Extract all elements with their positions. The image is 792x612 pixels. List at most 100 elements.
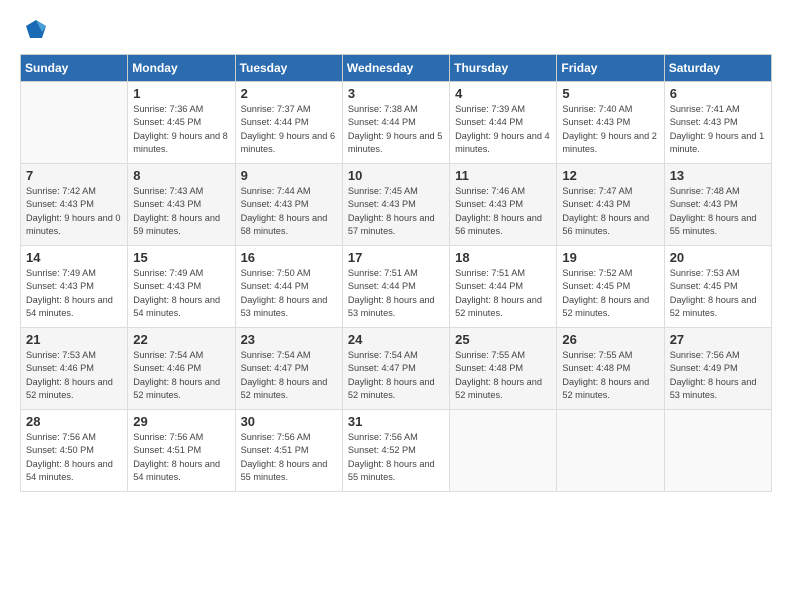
day-number: 26 xyxy=(562,332,658,347)
day-info: Sunrise: 7:55 AMSunset: 4:48 PMDaylight:… xyxy=(562,349,658,402)
weekday-header: Tuesday xyxy=(235,55,342,82)
day-number: 23 xyxy=(241,332,337,347)
weekday-header: Saturday xyxy=(664,55,771,82)
calendar-table: SundayMondayTuesdayWednesdayThursdayFrid… xyxy=(20,54,772,492)
calendar-day-cell: 26 Sunrise: 7:55 AMSunset: 4:48 PMDayligh… xyxy=(557,328,664,410)
day-info: Sunrise: 7:44 AMSunset: 4:43 PMDaylight:… xyxy=(241,185,337,238)
calendar-day-cell: 31 Sunrise: 7:56 AMSunset: 4:52 PMDayligh… xyxy=(342,410,449,492)
day-info: Sunrise: 7:43 AMSunset: 4:43 PMDaylight:… xyxy=(133,185,229,238)
calendar-day-cell: 9 Sunrise: 7:44 AMSunset: 4:43 PMDaylight… xyxy=(235,164,342,246)
calendar-day-cell: 2 Sunrise: 7:37 AMSunset: 4:44 PMDaylight… xyxy=(235,82,342,164)
calendar-day-cell: 3 Sunrise: 7:38 AMSunset: 4:44 PMDaylight… xyxy=(342,82,449,164)
day-info: Sunrise: 7:42 AMSunset: 4:43 PMDaylight:… xyxy=(26,185,122,238)
day-number: 21 xyxy=(26,332,122,347)
day-info: Sunrise: 7:56 AMSunset: 4:51 PMDaylight:… xyxy=(133,431,229,484)
day-info: Sunrise: 7:52 AMSunset: 4:45 PMDaylight:… xyxy=(562,267,658,320)
calendar-day-cell: 18 Sunrise: 7:51 AMSunset: 4:44 PMDayligh… xyxy=(450,246,557,328)
day-number: 11 xyxy=(455,168,551,183)
calendar-day-cell: 8 Sunrise: 7:43 AMSunset: 4:43 PMDaylight… xyxy=(128,164,235,246)
calendar-day-cell: 23 Sunrise: 7:54 AMSunset: 4:47 PMDayligh… xyxy=(235,328,342,410)
calendar-week-row: 14 Sunrise: 7:49 AMSunset: 4:43 PMDayligh… xyxy=(21,246,772,328)
calendar-day-cell xyxy=(450,410,557,492)
day-number: 10 xyxy=(348,168,444,183)
day-info: Sunrise: 7:51 AMSunset: 4:44 PMDaylight:… xyxy=(348,267,444,320)
day-number: 27 xyxy=(670,332,766,347)
day-number: 12 xyxy=(562,168,658,183)
calendar-day-cell: 5 Sunrise: 7:40 AMSunset: 4:43 PMDaylight… xyxy=(557,82,664,164)
day-number: 5 xyxy=(562,86,658,101)
calendar-day-cell xyxy=(557,410,664,492)
calendar-day-cell: 27Sunrise: 7:56 AMSunset: 4:49 PMDayligh… xyxy=(664,328,771,410)
day-number: 4 xyxy=(455,86,551,101)
day-info: Sunrise: 7:46 AMSunset: 4:43 PMDaylight:… xyxy=(455,185,551,238)
day-info: Sunrise: 7:38 AMSunset: 4:44 PMDaylight:… xyxy=(348,103,444,156)
calendar-day-cell: 21Sunrise: 7:53 AMSunset: 4:46 PMDayligh… xyxy=(21,328,128,410)
day-info: Sunrise: 7:54 AMSunset: 4:47 PMDaylight:… xyxy=(348,349,444,402)
calendar-day-cell: 6 Sunrise: 7:41 AMSunset: 4:43 PMDaylight… xyxy=(664,82,771,164)
day-info: Sunrise: 7:41 AMSunset: 4:43 PMDaylight:… xyxy=(670,103,766,156)
day-info: Sunrise: 7:39 AMSunset: 4:44 PMDaylight:… xyxy=(455,103,551,156)
calendar-day-cell: 1 Sunrise: 7:36 AMSunset: 4:45 PMDaylight… xyxy=(128,82,235,164)
calendar-day-cell xyxy=(664,410,771,492)
calendar-day-cell: 11 Sunrise: 7:46 AMSunset: 4:43 PMDayligh… xyxy=(450,164,557,246)
day-info: Sunrise: 7:51 AMSunset: 4:44 PMDaylight:… xyxy=(455,267,551,320)
weekday-header: Friday xyxy=(557,55,664,82)
calendar-week-row: 7 Sunrise: 7:42 AMSunset: 4:43 PMDaylight… xyxy=(21,164,772,246)
calendar-day-cell: 15 Sunrise: 7:49 AMSunset: 4:43 PMDayligh… xyxy=(128,246,235,328)
day-info: Sunrise: 7:49 AMSunset: 4:43 PMDaylight:… xyxy=(26,267,122,320)
day-number: 24 xyxy=(348,332,444,347)
calendar-day-cell: 17Sunrise: 7:51 AMSunset: 4:44 PMDayligh… xyxy=(342,246,449,328)
day-number: 2 xyxy=(241,86,337,101)
day-number: 19 xyxy=(562,250,658,265)
day-info: Sunrise: 7:54 AMSunset: 4:47 PMDaylight:… xyxy=(241,349,337,402)
day-number: 18 xyxy=(455,250,551,265)
calendar-day-cell: 14 Sunrise: 7:49 AMSunset: 4:43 PMDayligh… xyxy=(21,246,128,328)
day-number: 8 xyxy=(133,168,229,183)
day-number: 3 xyxy=(348,86,444,101)
calendar-week-row: 1 Sunrise: 7:36 AMSunset: 4:45 PMDaylight… xyxy=(21,82,772,164)
day-number: 9 xyxy=(241,168,337,183)
weekday-header-row: SundayMondayTuesdayWednesdayThursdayFrid… xyxy=(21,55,772,82)
day-info: Sunrise: 7:50 AMSunset: 4:44 PMDaylight:… xyxy=(241,267,337,320)
day-number: 14 xyxy=(26,250,122,265)
day-info: Sunrise: 7:56 AMSunset: 4:51 PMDaylight:… xyxy=(241,431,337,484)
day-number: 6 xyxy=(670,86,766,101)
day-info: Sunrise: 7:49 AMSunset: 4:43 PMDaylight:… xyxy=(133,267,229,320)
day-number: 13 xyxy=(670,168,766,183)
calendar-day-cell: 30Sunrise: 7:56 AMSunset: 4:51 PMDayligh… xyxy=(235,410,342,492)
calendar-day-cell: 13 Sunrise: 7:48 AMSunset: 4:43 PMDayligh… xyxy=(664,164,771,246)
weekday-header: Thursday xyxy=(450,55,557,82)
day-info: Sunrise: 7:47 AMSunset: 4:43 PMDaylight:… xyxy=(562,185,658,238)
day-number: 31 xyxy=(348,414,444,429)
day-info: Sunrise: 7:36 AMSunset: 4:45 PMDaylight:… xyxy=(133,103,229,156)
calendar-day-cell: 16Sunrise: 7:50 AMSunset: 4:44 PMDayligh… xyxy=(235,246,342,328)
logo xyxy=(20,16,50,44)
calendar-day-cell: 25Sunrise: 7:55 AMSunset: 4:48 PMDayligh… xyxy=(450,328,557,410)
day-info: Sunrise: 7:37 AMSunset: 4:44 PMDaylight:… xyxy=(241,103,337,156)
day-info: Sunrise: 7:54 AMSunset: 4:46 PMDaylight:… xyxy=(133,349,229,402)
day-info: Sunrise: 7:56 AMSunset: 4:50 PMDaylight:… xyxy=(26,431,122,484)
weekday-header: Sunday xyxy=(21,55,128,82)
calendar-day-cell: 22Sunrise: 7:54 AMSunset: 4:46 PMDayligh… xyxy=(128,328,235,410)
day-info: Sunrise: 7:48 AMSunset: 4:43 PMDaylight:… xyxy=(670,185,766,238)
day-info: Sunrise: 7:55 AMSunset: 4:48 PMDaylight:… xyxy=(455,349,551,402)
day-info: Sunrise: 7:56 AMSunset: 4:52 PMDaylight:… xyxy=(348,431,444,484)
calendar-container: SundayMondayTuesdayWednesdayThursdayFrid… xyxy=(0,0,792,612)
weekday-header: Wednesday xyxy=(342,55,449,82)
header xyxy=(20,16,772,44)
day-number: 7 xyxy=(26,168,122,183)
calendar-day-cell: 7 Sunrise: 7:42 AMSunset: 4:43 PMDaylight… xyxy=(21,164,128,246)
weekday-header: Monday xyxy=(128,55,235,82)
calendar-week-row: 28 Sunrise: 7:56 AMSunset: 4:50 PMDayligh… xyxy=(21,410,772,492)
day-number: 20 xyxy=(670,250,766,265)
day-number: 28 xyxy=(26,414,122,429)
day-number: 15 xyxy=(133,250,229,265)
day-info: Sunrise: 7:53 AMSunset: 4:45 PMDaylight:… xyxy=(670,267,766,320)
calendar-day-cell: 20 Sunrise: 7:53 AMSunset: 4:45 PMDayligh… xyxy=(664,246,771,328)
day-info: Sunrise: 7:45 AMSunset: 4:43 PMDaylight:… xyxy=(348,185,444,238)
calendar-day-cell: 19 Sunrise: 7:52 AMSunset: 4:45 PMDayligh… xyxy=(557,246,664,328)
day-number: 1 xyxy=(133,86,229,101)
calendar-day-cell xyxy=(21,82,128,164)
day-info: Sunrise: 7:40 AMSunset: 4:43 PMDaylight:… xyxy=(562,103,658,156)
calendar-day-cell: 12 Sunrise: 7:47 AMSunset: 4:43 PMDayligh… xyxy=(557,164,664,246)
